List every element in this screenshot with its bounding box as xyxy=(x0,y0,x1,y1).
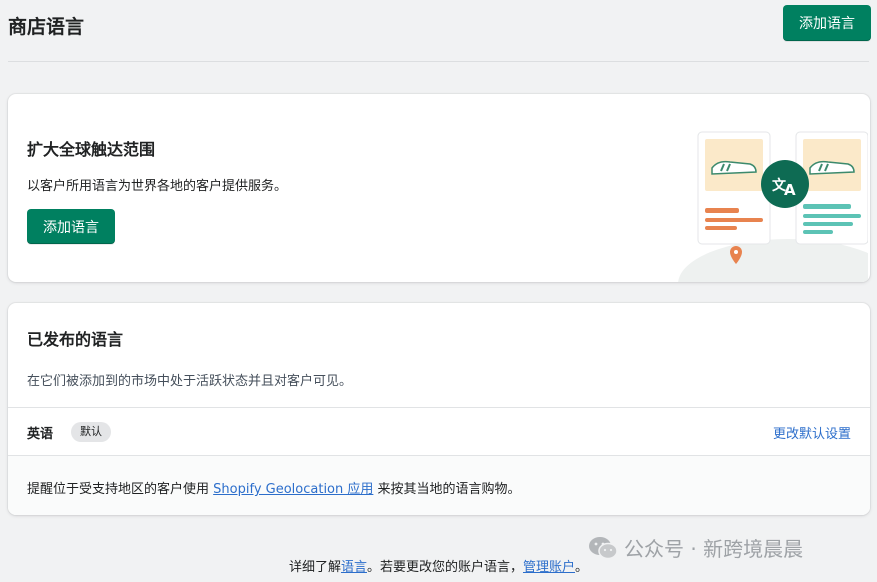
geo-prefix: 提醒位于受支持地区的客户使用 xyxy=(27,482,210,497)
published-languages-card: 已发布的语言 在它们被添加到的市场中处于活跃状态并且对客户可见。 英语 默认 更… xyxy=(8,303,870,515)
note-prefix: 详细了解 xyxy=(288,560,341,575)
translation-illustration-icon: 文 A xyxy=(678,131,868,282)
note-suffix: 。 xyxy=(575,560,589,575)
published-card-title: 已发布的语言 xyxy=(27,330,124,349)
reach-add-language-button[interactable]: 添加语言 xyxy=(27,209,115,244)
watermark: 公众号 · 新跨境晨晨 xyxy=(588,533,803,562)
note-middle: 。若要更改您的账户语言， xyxy=(366,560,523,575)
svg-text:A: A xyxy=(784,181,796,199)
watermark-text: 公众号 · 新跨境晨晨 xyxy=(624,537,804,561)
language-name: 英语 xyxy=(27,427,54,442)
languages-link[interactable]: 语言 xyxy=(341,560,367,575)
header-divider xyxy=(8,61,869,62)
geolocation-hint: 提醒位于受支持地区的客户使用 Shopify Geolocation 应用 来按… xyxy=(27,478,521,497)
wechat-icon xyxy=(589,536,618,559)
expand-reach-card: 扩大全球触达范围 以客户所用语言为世界各地的客户提供服务。 添加语言 文 A xyxy=(8,94,870,282)
geo-suffix: 来按其当地的语言购物。 xyxy=(377,482,521,497)
page-title: 商店语言 xyxy=(8,16,85,38)
reach-card-description: 以客户所用语言为世界各地的客户提供服务。 xyxy=(27,179,288,194)
reach-card-title: 扩大全球触达范围 xyxy=(27,140,156,159)
add-language-button[interactable]: 添加语言 xyxy=(783,5,871,41)
row-divider xyxy=(8,407,870,408)
default-badge: 默认 xyxy=(71,422,111,442)
published-card-description: 在它们被添加到的市场中处于活跃状态并且对客户可见。 xyxy=(27,374,353,389)
geolocation-app-link[interactable]: Shopify Geolocation 应用 xyxy=(213,482,373,497)
manage-account-link[interactable]: 管理账户 xyxy=(523,560,575,575)
change-default-link[interactable]: 更改默认设置 xyxy=(773,423,851,442)
row-divider xyxy=(8,455,870,456)
